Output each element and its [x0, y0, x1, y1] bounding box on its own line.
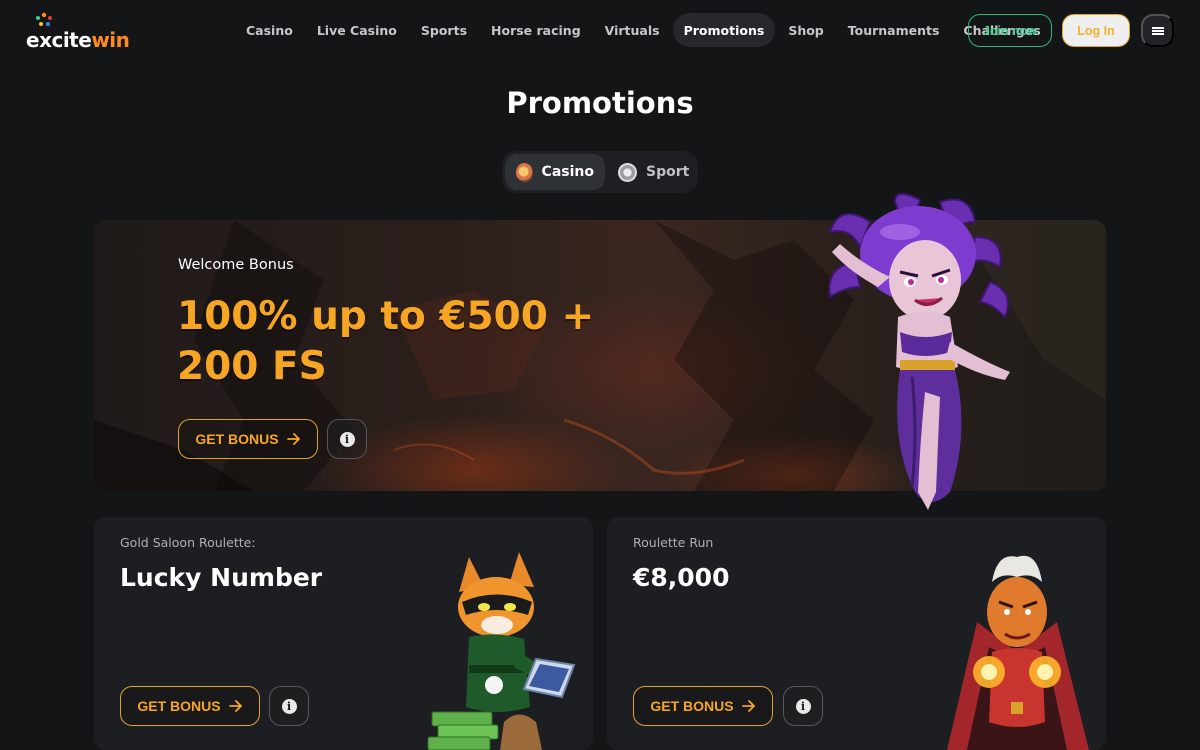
promo-card-title: €8,000 [633, 563, 730, 592]
toggle-sport-label: Sport [646, 164, 690, 180]
card1-get-bonus-button[interactable]: GET BONUS [120, 686, 260, 726]
hero-amount-line-1: 100% up to €500 + [177, 294, 595, 339]
nav-horse-racing[interactable]: Horse racing [480, 13, 592, 47]
category-toggle: Casino Sport [502, 151, 698, 193]
card1-info-button[interactable]: i [269, 686, 309, 726]
page-title: Promotions [506, 86, 694, 120]
nav-virtuals[interactable]: Virtuals [594, 13, 671, 47]
menu-button[interactable] [1141, 14, 1174, 47]
football-icon [618, 162, 637, 182]
toggle-casino[interactable]: Casino [505, 154, 605, 190]
logo-wordmark: excitewin [26, 28, 130, 52]
nav-shop[interactable]: Shop [777, 13, 834, 47]
hero-bonus-amount: 100% up to €500 + 200 FS [177, 292, 597, 392]
card1-get-bonus-label: GET BONUS [137, 698, 221, 714]
info-icon: i [281, 698, 297, 714]
promo-card-subtitle: Roulette Run [633, 535, 714, 550]
promo-card-title: Lucky Number [120, 563, 323, 592]
nav-tournaments[interactable]: Tournaments [837, 13, 951, 47]
excitewin-logo[interactable]: excitewin [26, 12, 132, 52]
card2-get-bonus-button[interactable]: GET BONUS [633, 686, 773, 726]
nav-promotions[interactable]: Promotions [672, 13, 776, 47]
nav-sports[interactable]: Sports [410, 13, 478, 47]
arrow-right-icon [228, 700, 242, 712]
hamburger-icon [1151, 26, 1164, 35]
toggle-sport[interactable]: Sport [607, 154, 700, 190]
hero-amount-line-2: 200 FS [177, 344, 327, 389]
hero-label: Welcome Bonus [178, 257, 294, 273]
main-nav: Casino Live Casino Sports Horse racing V… [235, 13, 1052, 47]
logo-accent-text: win [91, 28, 130, 52]
toggle-casino-label: Casino [541, 164, 594, 180]
arrow-right-icon [741, 700, 755, 712]
nav-live-casino[interactable]: Live Casino [306, 13, 408, 47]
hero-get-bonus-button[interactable]: GET BONUS [178, 419, 318, 459]
cat-bandit-illustration [427, 552, 576, 750]
log-in-button[interactable]: Log In [1062, 14, 1130, 47]
site-header: excitewin Casino Live Casino Sports Hors… [0, 0, 1200, 60]
promo-card-subtitle: Gold Saloon Roulette: [120, 535, 256, 550]
nav-casino[interactable]: Casino [235, 13, 304, 47]
info-icon: i [795, 698, 811, 714]
roulette-icon [516, 162, 533, 182]
info-icon: i [339, 431, 355, 447]
card2-get-bonus-label: GET BONUS [650, 698, 734, 714]
card2-info-button[interactable]: i [783, 686, 823, 726]
logo-main-text: excite [26, 28, 92, 52]
promo-card-roulette-run: Roulette Run €8,000 GET BONUS i [607, 517, 1106, 750]
logo-dots-icon [36, 12, 52, 26]
vampire-illustration [947, 555, 1089, 750]
medusa-character-illustration [828, 193, 1010, 510]
arrow-right-icon [286, 433, 300, 445]
join-now-button[interactable]: Join now [968, 14, 1052, 47]
hero-get-bonus-label: GET BONUS [195, 431, 279, 447]
promo-card-lucky-number: Gold Saloon Roulette: Lucky Number GET B… [94, 517, 593, 750]
hero-info-button[interactable]: i [327, 419, 367, 459]
